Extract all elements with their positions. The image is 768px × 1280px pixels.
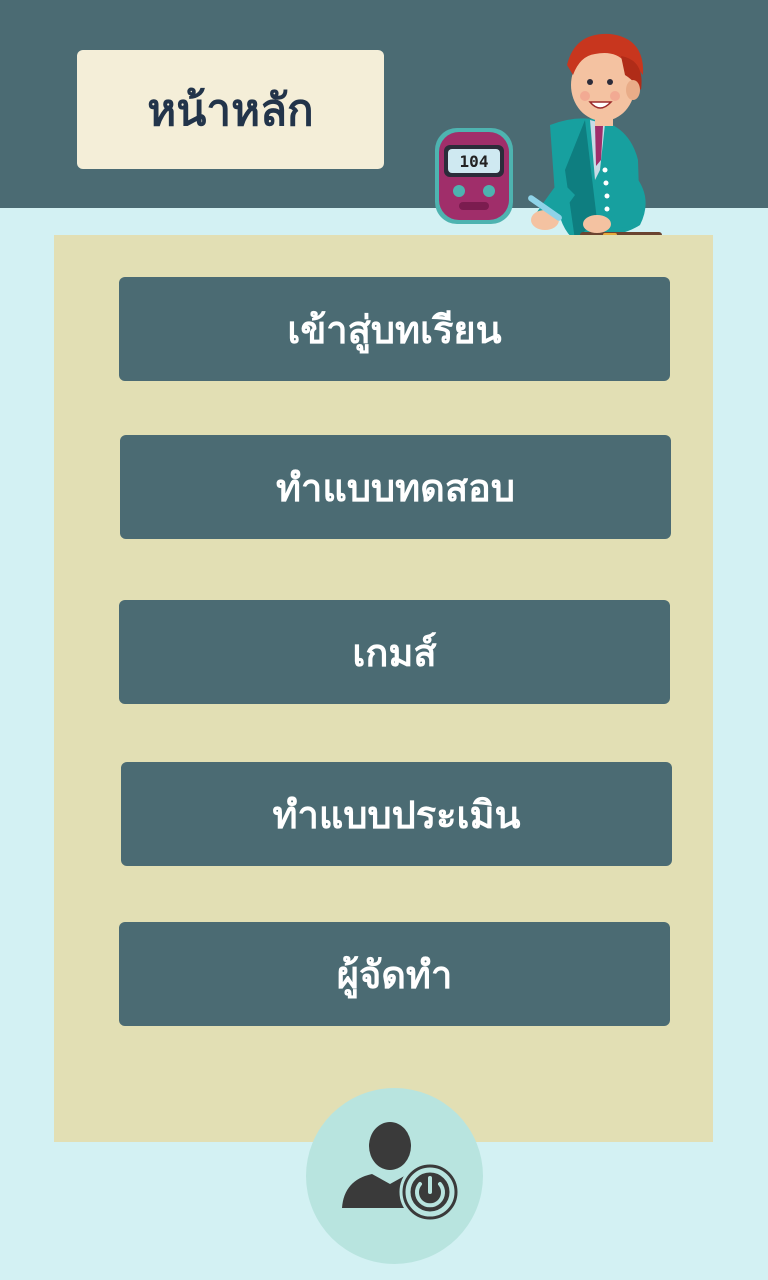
- glucose-meter-icon: 104: [435, 128, 513, 224]
- take-test-button[interactable]: ทำแบบทดสอบ: [120, 435, 671, 539]
- games-button[interactable]: เกมส์: [119, 600, 670, 704]
- credits-label: ผู้จัดทำ: [336, 952, 453, 997]
- credits-button[interactable]: ผู้จัดทำ: [119, 922, 670, 1026]
- take-test-label: ทำแบบทดสอบ: [276, 465, 515, 510]
- meter-reading: 104: [460, 152, 489, 171]
- enter-lesson-label: เข้าสู่บทเรียน: [287, 307, 502, 352]
- evaluation-button[interactable]: ทำแบบประเมิน: [121, 762, 672, 866]
- evaluation-label: ทำแบบประเมิน: [272, 792, 521, 837]
- page-title-box: หน้าหลัก: [77, 50, 384, 169]
- enter-lesson-button[interactable]: เข้าสู่บทเรียน: [119, 277, 670, 381]
- games-label: เกมส์: [352, 630, 437, 675]
- page-title: หน้าหลัก: [147, 84, 314, 136]
- logout-button[interactable]: [306, 1088, 483, 1264]
- user-power-icon: [342, 1122, 461, 1223]
